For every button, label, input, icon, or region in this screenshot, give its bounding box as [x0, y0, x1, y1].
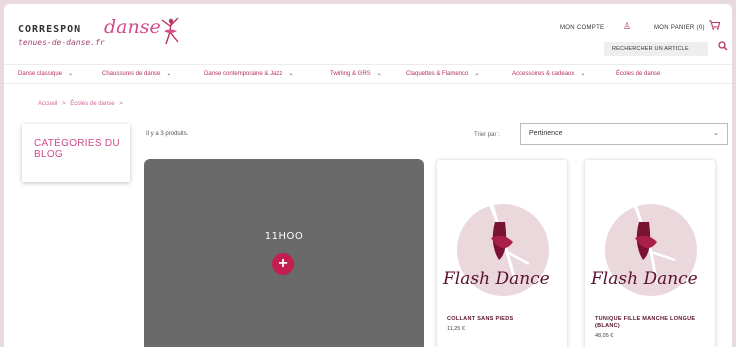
nav-item-claquettes[interactable]: Claquettes & Flamenco ⌄ [406, 65, 479, 83]
plus-icon[interactable]: + [272, 253, 294, 275]
sort-select[interactable]: Pertinence ⌄ [520, 123, 728, 145]
product-card[interactable]: Flash Dance COLLANT SANS PIEDS 11,25 € [436, 159, 568, 347]
product-price: 11,25 € [447, 326, 465, 332]
product-image: Flash Dance [590, 181, 698, 296]
chevron-down-icon: ⌄ [68, 71, 74, 77]
search-icon[interactable] [718, 41, 728, 54]
breadcrumb: Accueil > Écoles de danse > [38, 101, 126, 107]
product-name[interactable]: TUNIQUE FILLE MANCHE LONGUE (BLANC) [595, 316, 710, 329]
sort-value: Pertinence [529, 130, 563, 137]
cart-link[interactable]: MON PANIER (0) [654, 25, 705, 31]
site-header: CORRESPON danse tenues-de-danse.fr MON C… [4, 4, 732, 60]
cart-icon[interactable] [709, 20, 721, 33]
page-frame: CORRESPON danse tenues-de-danse.fr MON C… [4, 4, 732, 347]
card-brand-text: Flash Dance [442, 269, 550, 289]
chevron-down-icon: ⌄ [376, 71, 382, 77]
site-logo[interactable]: CORRESPON danse tenues-de-danse.fr [18, 16, 198, 52]
nav-item-danse-classique[interactable]: Danse classique ⌄ [18, 65, 73, 83]
product-count: Il y a 3 produits. [146, 131, 189, 137]
sidebar-title: CATÉGORIES DU BLOG [34, 138, 120, 160]
search-input[interactable]: RECHERCHER UN ARTICLE [604, 42, 708, 56]
logo-script-text: danse [104, 16, 161, 38]
nav-item-twirling[interactable]: Twirling & GRS ⌄ [330, 65, 382, 83]
nav-item-contemporaine-jazz[interactable]: Danse contemporaine & Jazz ⌄ [204, 65, 293, 83]
nav-item-ecoles[interactable]: Écoles de danse [616, 65, 660, 83]
sort-label: Trier par : [474, 132, 500, 138]
nav-item-accessoires[interactable]: Accessoires & cadeaux ⌄ [512, 65, 585, 83]
chevron-down-icon: ⌄ [713, 130, 719, 137]
product-image: Flash Dance [442, 183, 550, 296]
main-nav: Danse classique ⌄ Chaussures de danse ⌄ Da… [4, 64, 732, 84]
chevron-down-icon: ⌄ [580, 71, 586, 77]
product-price: 48,05 € [595, 333, 614, 339]
nav-item-chaussures[interactable]: Chaussures de danse ⌄ [102, 65, 171, 83]
breadcrumb-home[interactable]: Accueil [38, 101, 57, 107]
chevron-down-icon: ⌄ [166, 71, 172, 77]
card-brand-text: Flash Dance [590, 269, 698, 289]
dancer-logo-icon [161, 17, 179, 45]
promo-title: 11HOO [264, 231, 304, 242]
breadcrumb-separator: > [62, 101, 66, 107]
product-card[interactable]: Flash Dance TUNIQUE FILLE MANCHE LONGUE … [584, 159, 716, 347]
logo-main-text: CORRESPON [18, 24, 82, 35]
chevron-down-icon: ⌄ [288, 71, 294, 77]
chevron-down-icon: ⌄ [474, 71, 480, 77]
breadcrumb-ecoles[interactable]: Écoles de danse [70, 101, 114, 107]
user-icon[interactable]: ♙ [623, 21, 633, 31]
account-link[interactable]: MON COMPTE [560, 25, 604, 31]
breadcrumb-separator: > [119, 101, 123, 107]
product-name[interactable]: COLLANT SANS PIEDS [447, 316, 562, 323]
promo-tile[interactable]: 11HOO + [144, 159, 424, 347]
logo-domain-text: tenues-de-danse.fr [18, 38, 105, 47]
blog-categories-panel: CATÉGORIES DU BLOG [22, 124, 130, 182]
